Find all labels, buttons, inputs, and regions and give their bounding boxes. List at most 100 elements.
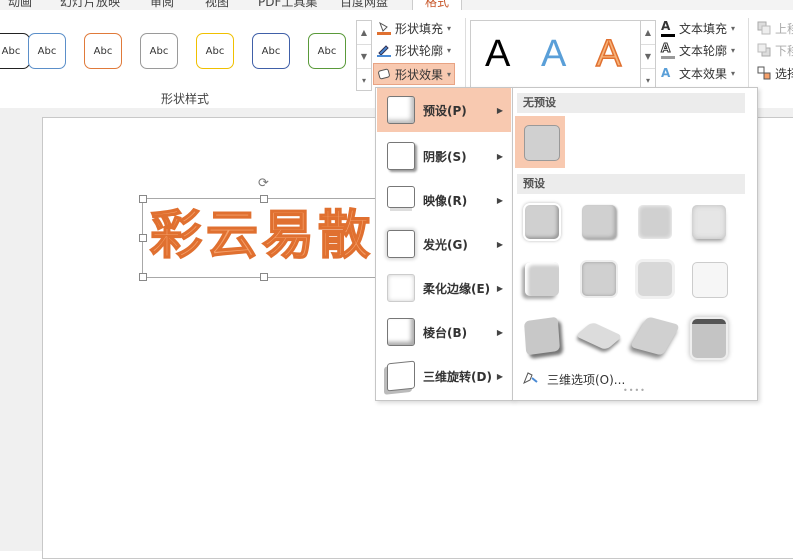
shape-style-swatch[interactable]: Abc xyxy=(28,33,66,69)
chevron-right-icon: ▶ xyxy=(496,371,503,381)
menu-item-shadow[interactable]: 阴影(S) ▶ xyxy=(377,134,511,178)
send-backward-label: 下移 xyxy=(775,43,793,58)
preset-header: 预设 xyxy=(517,174,745,194)
selection-pane-icon xyxy=(757,66,771,80)
text-fill-icon: A xyxy=(661,20,675,37)
chevron-right-icon: ▶ xyxy=(496,239,503,249)
selection-pane-button[interactable]: 选择 xyxy=(754,63,793,83)
text-effects-button[interactable]: A 文本效果 ▾ xyxy=(658,63,738,83)
tab-view[interactable]: 视图 xyxy=(205,0,229,10)
resize-handle-s[interactable] xyxy=(260,273,268,281)
preset-1[interactable] xyxy=(518,198,568,248)
preset-12[interactable] xyxy=(685,312,735,362)
shape-outline-button[interactable]: 形状轮廓 ▾ xyxy=(374,40,454,60)
menu-item-bevel[interactable]: 棱台(B) ▶ xyxy=(377,310,511,354)
wordart-style-orange[interactable]: A xyxy=(595,29,622,79)
selection-pane-label: 选择 xyxy=(775,66,793,81)
preset-7[interactable] xyxy=(631,255,681,305)
resize-handle-w[interactable] xyxy=(139,234,147,242)
menu-item-soft-edges[interactable]: 柔化边缘(E) ▶ xyxy=(377,266,511,310)
resize-handle-nw[interactable] xyxy=(139,195,147,203)
rotate-handle-icon[interactable]: ⟳ xyxy=(258,176,269,191)
tab-review[interactable]: 审阅 xyxy=(150,0,174,10)
wordart-style-black[interactable]: A xyxy=(485,29,510,79)
shape-fill-button[interactable]: 形状填充 ▾ xyxy=(374,18,454,38)
pencil-icon xyxy=(377,43,391,57)
no-preset-option[interactable] xyxy=(515,116,565,168)
preset-9[interactable] xyxy=(518,312,568,362)
shape-style-swatch[interactable]: Abc xyxy=(196,33,234,69)
shape-style-swatch[interactable]: Abc xyxy=(0,33,30,69)
tab-format[interactable]: 格式 xyxy=(412,0,463,10)
preset-swatch xyxy=(525,205,559,239)
menu-item-reflection[interactable]: 映像(R) ▶ xyxy=(377,178,511,222)
shape-effects-icon xyxy=(377,67,391,81)
text-fill-label: 文本填充 xyxy=(679,21,728,36)
menu-item-label: 三维旋转(D) xyxy=(423,369,492,384)
no-preset-swatch xyxy=(524,125,560,161)
menu-item-label: 发光(G) xyxy=(423,237,468,252)
text-effects-label: 文本效果 xyxy=(679,66,728,81)
shape-effects-label: 形状效果 xyxy=(395,67,444,82)
send-backward-icon xyxy=(757,43,771,57)
shape-style-swatch[interactable]: Abc xyxy=(140,33,178,69)
tab-animations[interactable]: 动画 xyxy=(8,0,32,10)
preset-2[interactable] xyxy=(575,198,625,248)
resize-grip-icon[interactable]: •••• xyxy=(623,386,646,395)
chevron-right-icon: ▶ xyxy=(496,195,503,205)
menu-item-glow[interactable]: 发光(G) ▶ xyxy=(377,222,511,266)
gallery-up-icon[interactable]: ▲ xyxy=(641,21,655,45)
preset-6[interactable] xyxy=(575,255,625,305)
gallery-more-icon[interactable]: ▾ xyxy=(357,69,371,92)
text-outline-icon: A xyxy=(661,41,675,59)
menu-item-label: 预设(P) xyxy=(423,103,467,118)
wordart-style-blue[interactable]: A xyxy=(541,29,566,79)
shape-style-swatch[interactable]: Abc xyxy=(84,33,122,69)
chevron-down-icon: ▾ xyxy=(447,69,452,79)
shape-fill-label: 形状填充 xyxy=(395,21,444,36)
text-outline-button[interactable]: A 文本轮廓 ▾ xyxy=(658,40,738,60)
shape-effects-menu: 预设(P) ▶ 阴影(S) ▶ 映像(R) ▶ 发光(G) ▶ 柔化边缘(E) … xyxy=(375,87,513,401)
shape-style-swatch[interactable]: Abc xyxy=(308,33,346,69)
preset-4[interactable] xyxy=(685,198,735,248)
tab-slideshow[interactable]: 幻灯片放映 xyxy=(60,0,120,10)
preset-3[interactable] xyxy=(631,198,681,248)
preset-8[interactable] xyxy=(685,255,735,305)
preset-swatch xyxy=(638,205,672,239)
3d-options-label: 三维选项(O)... xyxy=(547,372,626,387)
menu-item-label: 映像(R) xyxy=(423,193,468,208)
menu-item-label: 阴影(S) xyxy=(423,149,467,164)
wordart-gallery-scrollbar[interactable]: ▲ ▼ ▾ xyxy=(640,20,656,91)
gallery-scrollbar[interactable]: ▲ ▼ ▾ xyxy=(356,20,372,91)
wordart-style-gallery: A A A xyxy=(470,20,642,90)
preset-swatch xyxy=(638,262,672,296)
wordart-text[interactable]: 彩云易散 xyxy=(149,200,374,272)
3d-options-icon xyxy=(521,370,539,389)
text-fill-button[interactable]: A 文本填充 ▾ xyxy=(658,18,738,38)
menu-item-preset[interactable]: 预设(P) ▶ xyxy=(377,88,511,132)
paint-bucket-icon xyxy=(377,21,391,35)
bring-forward-button[interactable]: 上移 xyxy=(754,18,793,38)
preset-11[interactable] xyxy=(629,312,681,362)
gallery-up-icon[interactable]: ▲ xyxy=(357,21,371,45)
preset-10[interactable] xyxy=(575,312,625,362)
tab-baidu-netdisk[interactable]: 百度网盘 xyxy=(340,0,388,10)
tab-pdf-tools[interactable]: PDF工具集 xyxy=(258,0,317,10)
3d-rotation-icon xyxy=(387,360,415,392)
menu-item-3d-rotation[interactable]: 三维旋转(D) ▶ xyxy=(377,354,511,398)
text-effects-icon: A xyxy=(661,66,671,80)
preset-swatch xyxy=(523,316,561,356)
chevron-right-icon: ▶ xyxy=(496,151,503,161)
preset-5[interactable] xyxy=(518,255,568,305)
menu-item-label: 柔化边缘(E) xyxy=(423,281,491,296)
shape-style-swatch[interactable]: Abc xyxy=(252,33,290,69)
send-backward-button[interactable]: 下移 xyxy=(754,40,793,60)
resize-handle-sw[interactable] xyxy=(139,273,147,281)
gallery-down-icon[interactable]: ▼ xyxy=(357,45,371,69)
group-label-shape-styles: 形状样式 xyxy=(160,92,209,106)
preset-swatch xyxy=(629,316,681,356)
gallery-down-icon[interactable]: ▼ xyxy=(641,45,655,69)
chevron-down-icon: ▾ xyxy=(447,45,452,55)
glow-icon xyxy=(387,230,415,258)
shape-effects-button[interactable]: 形状效果 ▾ xyxy=(373,63,456,85)
